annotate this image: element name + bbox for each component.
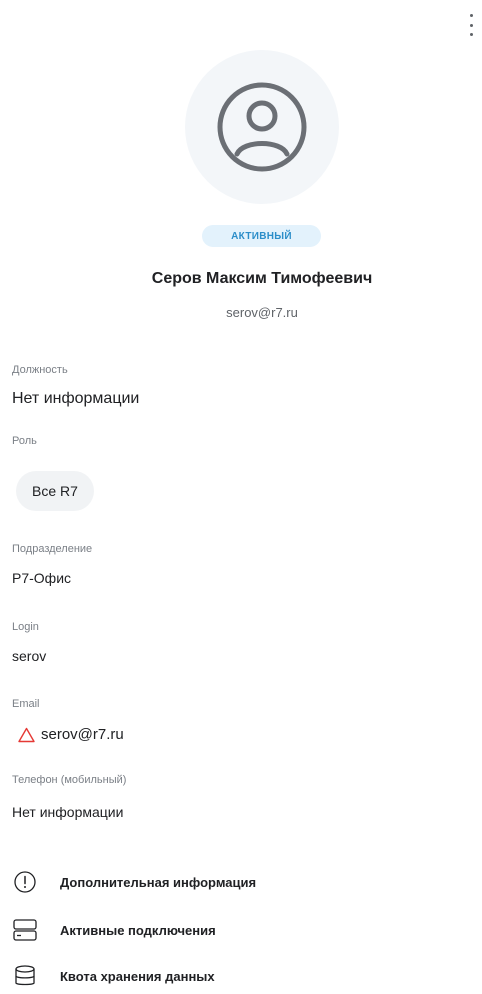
email-value-row: serov@r7.ru [18, 726, 124, 743]
additional-info-item[interactable]: Дополнительная информация [12, 869, 256, 895]
email-value: serov@r7.ru [41, 726, 124, 743]
position-value: Нет информации [12, 390, 140, 407]
active-connections-label: Активные подключения [60, 922, 216, 938]
phone-value: Нет информации [12, 804, 124, 820]
info-circle-icon [12, 869, 38, 895]
database-icon [12, 963, 38, 989]
server-icon [12, 917, 38, 943]
department-value: Р7-Офис [12, 570, 72, 586]
more-vertical-icon-dot [469, 23, 473, 27]
additional-info-label: Дополнительная информация [60, 874, 257, 890]
login-label: Login [12, 621, 39, 633]
user-email-header: serov@r7.ru [226, 305, 298, 320]
warning-triangle-icon [18, 727, 35, 742]
phone-label: Телефон (мобильный) [12, 774, 127, 786]
active-connections-item[interactable]: Активные подключения [12, 917, 216, 943]
avatar [185, 50, 339, 204]
more-vertical-icon-dot [469, 33, 473, 36]
department-label: Подразделение [12, 543, 93, 555]
role-label: Роль [12, 435, 37, 447]
status-badge: АКТИВНЫЙ [202, 225, 321, 247]
more-menu-button[interactable] [464, 14, 478, 36]
user-circle-icon [217, 82, 307, 172]
storage-quota-item[interactable]: Квота хранения данных [12, 963, 215, 989]
user-full-name: Серов Максим Тимофеевич [151, 270, 373, 287]
login-value: serov [12, 648, 47, 664]
role-chip-label: Все R7 [32, 483, 78, 499]
storage-quota-label: Квота хранения данных [60, 968, 215, 984]
email-label: Email [12, 698, 40, 710]
position-label: Должность [12, 364, 68, 376]
role-chip[interactable]: Все R7 [16, 471, 94, 511]
more-vertical-icon [469, 14, 473, 17]
